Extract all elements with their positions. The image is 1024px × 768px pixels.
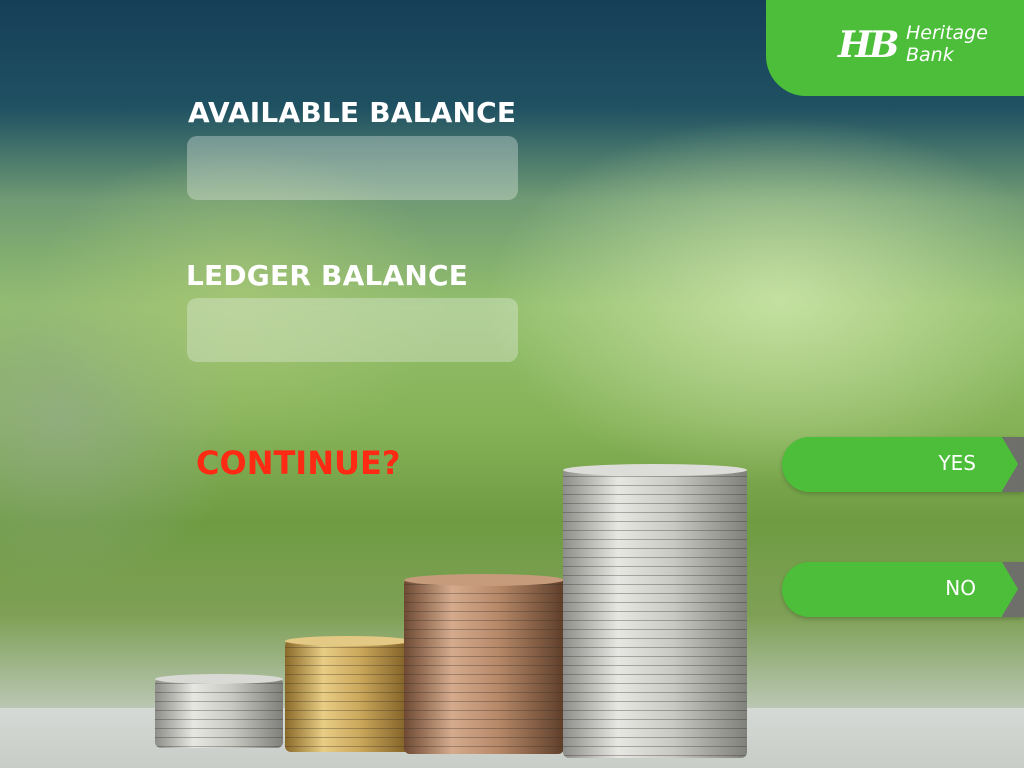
no-button[interactable]: NO bbox=[782, 562, 1024, 617]
hb-logo-icon: HB bbox=[838, 24, 899, 66]
no-button-label: NO bbox=[945, 576, 976, 600]
available-balance-label: AVAILABLE BALANCE bbox=[188, 96, 517, 129]
bank-name: Heritage Bank bbox=[906, 22, 988, 66]
arrow-right-icon bbox=[1002, 562, 1024, 617]
continue-prompt: CONTINUE? bbox=[196, 444, 401, 482]
bank-logo-tab: HB Heritage Bank bbox=[766, 0, 1024, 96]
bank-name-line2: Bank bbox=[906, 44, 954, 66]
ledger-balance-field bbox=[187, 298, 518, 362]
bank-name-line1: Heritage bbox=[906, 22, 988, 44]
ledger-balance-label: LEDGER BALANCE bbox=[186, 259, 469, 292]
available-balance-field bbox=[187, 136, 518, 200]
yes-button-label: YES bbox=[938, 451, 976, 475]
yes-button[interactable]: YES bbox=[782, 437, 1024, 492]
arrow-right-icon bbox=[1002, 437, 1024, 492]
